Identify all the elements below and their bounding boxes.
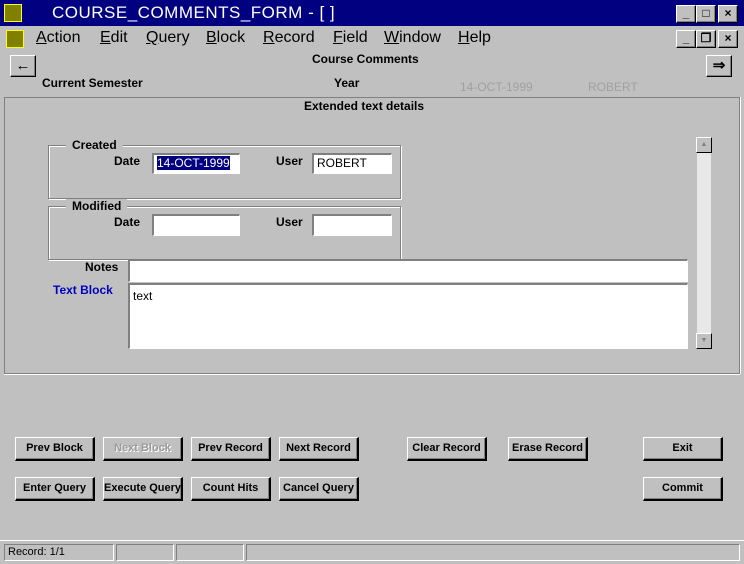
- text-block-label: Text Block: [53, 283, 113, 297]
- next-arrow-button[interactable]: ⇒: [706, 55, 732, 77]
- header-user-value: ROBERT: [588, 80, 638, 94]
- panel-title: Extended text details: [298, 99, 431, 113]
- status-bar: Record: 1/1: [0, 540, 744, 564]
- maximize-button[interactable]: □: [696, 5, 716, 23]
- window-title: COURSE_COMMENTS_FORM - [ ]: [52, 3, 336, 22]
- created-date-field[interactable]: 14-OCT-1999: [152, 153, 240, 174]
- header-date-value: 14-OCT-1999: [460, 80, 533, 94]
- created-date-label: Date: [114, 154, 141, 168]
- menu-window[interactable]: Window: [384, 29, 441, 47]
- modified-date-field[interactable]: [152, 214, 240, 236]
- prev-block-button[interactable]: Prev Block: [15, 437, 95, 461]
- menu-field[interactable]: Field: [333, 29, 368, 47]
- vertical-scrollbar[interactable]: [696, 137, 712, 349]
- menu-bar: Action Edit Query Block Record Field Win…: [0, 26, 744, 50]
- prev-record-button[interactable]: Prev Record: [191, 437, 271, 461]
- modified-user-label: User: [276, 215, 303, 229]
- next-record-button[interactable]: Next Record: [279, 437, 359, 461]
- modified-date-label: Date: [114, 215, 141, 229]
- title-bar: COURSE_COMMENTS_FORM - [ ] _ □ ×: [0, 0, 744, 26]
- minimize-button[interactable]: _: [676, 5, 696, 23]
- next-block-button[interactable]: Next Block: [103, 437, 183, 461]
- enter-query-button[interactable]: Enter Query: [15, 477, 95, 501]
- notes-field[interactable]: [128, 259, 688, 282]
- erase-record-button[interactable]: Erase Record: [508, 437, 588, 461]
- notes-label: Notes: [85, 260, 119, 274]
- status-cell-2: [116, 544, 174, 561]
- status-cell-4: [246, 544, 740, 561]
- commit-button[interactable]: Commit: [643, 477, 723, 501]
- exit-button[interactable]: Exit: [643, 437, 723, 461]
- app-icon[interactable]: [4, 4, 22, 22]
- created-user-label: User: [276, 154, 303, 168]
- execute-query-button[interactable]: Execute Query: [103, 477, 183, 501]
- modified-user-field[interactable]: [312, 214, 392, 236]
- created-user-field[interactable]: ROBERT: [312, 153, 392, 174]
- menu-query[interactable]: Query: [146, 29, 190, 47]
- scroll-up-icon[interactable]: ▲: [696, 137, 712, 153]
- doc-minimize-button[interactable]: _: [676, 30, 696, 48]
- menu-edit[interactable]: Edit: [100, 29, 128, 47]
- cancel-query-button[interactable]: Cancel Query: [279, 477, 359, 501]
- count-hits-button[interactable]: Count Hits: [191, 477, 271, 501]
- status-record: Record: 1/1: [4, 544, 114, 561]
- current-semester-label: Current Semester: [42, 76, 143, 90]
- doc-restore-button[interactable]: ❐: [696, 30, 716, 48]
- status-cell-3: [176, 544, 244, 561]
- scroll-down-icon[interactable]: ▼: [696, 333, 712, 349]
- clear-record-button[interactable]: Clear Record: [407, 437, 487, 461]
- prev-arrow-button[interactable]: ←: [10, 55, 36, 77]
- form-title: Course Comments: [312, 52, 419, 66]
- text-block-field[interactable]: text: [128, 283, 688, 349]
- year-label: Year: [334, 76, 360, 90]
- menu-record[interactable]: Record: [263, 29, 315, 47]
- menu-block[interactable]: Block: [206, 29, 245, 47]
- doc-close-button[interactable]: ×: [718, 30, 738, 48]
- created-group-title: Created: [66, 138, 123, 152]
- menu-help[interactable]: Help: [458, 29, 491, 47]
- close-button[interactable]: ×: [718, 5, 738, 23]
- menu-action[interactable]: Action: [36, 29, 80, 47]
- modified-group-title: Modified: [66, 199, 128, 213]
- document-icon[interactable]: [6, 30, 24, 48]
